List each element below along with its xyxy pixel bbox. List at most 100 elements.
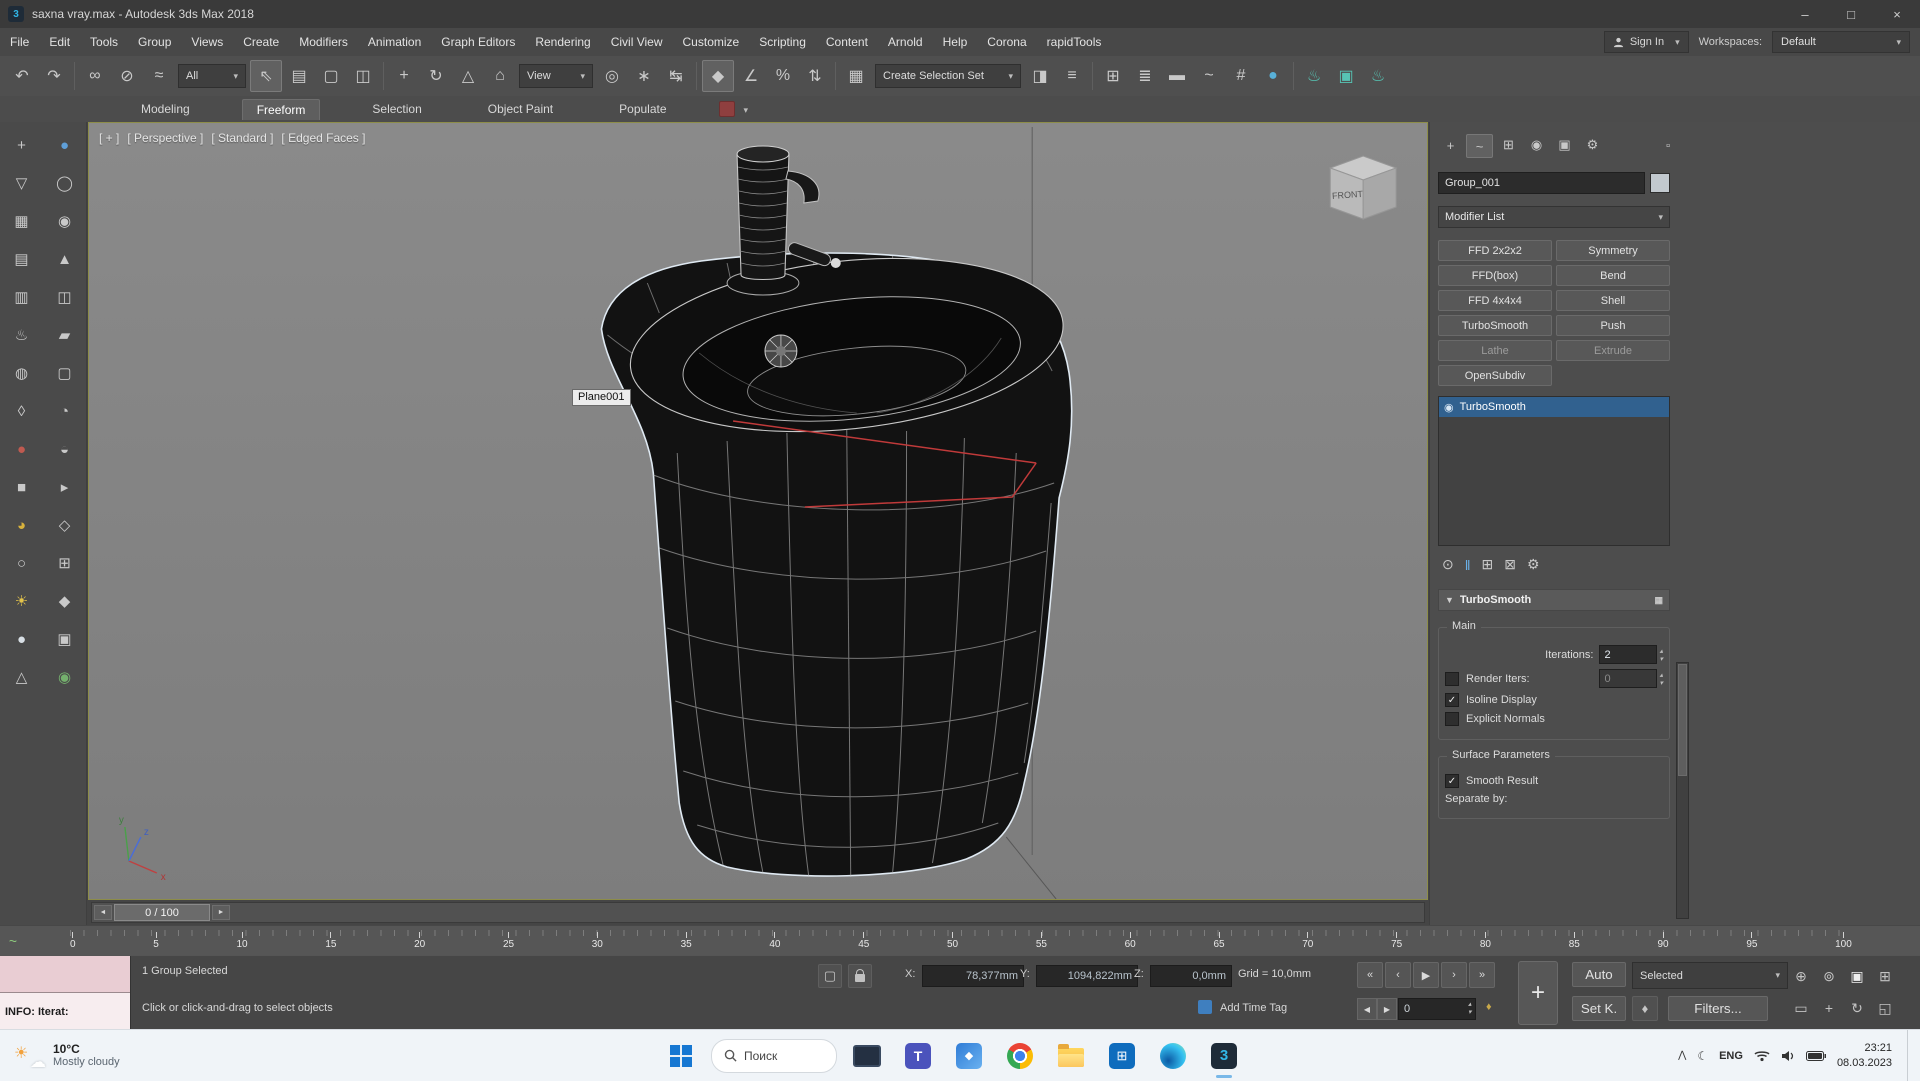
- playback-button[interactable]: «: [1357, 962, 1383, 988]
- ribbon-overflow-caret[interactable]: [739, 102, 749, 116]
- maxscript-mini-listener[interactable]: INFO: Iterat:: [0, 956, 131, 1030]
- taskbar-clock[interactable]: 23:21 08.03.2023: [1837, 1041, 1892, 1070]
- left-tool-icon[interactable]: ☀: [0, 586, 43, 616]
- object-name-field[interactable]: Group_001: [1438, 172, 1645, 194]
- viewport-nav-icon[interactable]: ▣: [1844, 961, 1870, 991]
- trackbar-tick[interactable]: 90: [1658, 932, 1669, 950]
- keyboard-shortcut-override-icon[interactable]: ↹: [661, 61, 691, 91]
- frame-spinner[interactable]: [1468, 1000, 1472, 1016]
- next-frame-icon[interactable]: ▶: [1377, 998, 1397, 1020]
- app-icon-3dsmax[interactable]: [1203, 1034, 1245, 1078]
- trackbar-tick[interactable]: 60: [1125, 932, 1136, 950]
- time-slider-handle[interactable]: 0 / 100: [114, 904, 210, 921]
- tray-chevron-icon[interactable]: ⋀: [1678, 1050, 1686, 1061]
- left-tool-icon[interactable]: ◆: [43, 586, 86, 616]
- select-and-place-icon[interactable]: ⌂: [485, 61, 515, 91]
- left-tool-icon[interactable]: ▽: [0, 168, 43, 198]
- playback-button[interactable]: ▶: [1413, 962, 1439, 988]
- command-panel-tab-icon[interactable]: ▣: [1552, 134, 1577, 156]
- menu-item[interactable]: Views: [181, 28, 233, 56]
- viewport-nav-icon[interactable]: ▭: [1788, 993, 1814, 1023]
- app-icon-file-explorer[interactable]: [1050, 1034, 1092, 1078]
- trackbar-tick[interactable]: 30: [592, 932, 603, 950]
- command-panel-tab-icon[interactable]: ⊞: [1496, 134, 1521, 156]
- trackbar-tick[interactable]: 40: [769, 932, 780, 950]
- time-slider-prev-icon[interactable]: ◄: [94, 905, 112, 920]
- viewport-nav-icon[interactable]: ◱: [1872, 993, 1898, 1023]
- rendered-frame-window-icon[interactable]: ▣: [1331, 61, 1361, 91]
- left-tool-icon[interactable]: ◕: [0, 510, 43, 540]
- menu-item[interactable]: Group: [128, 28, 181, 56]
- time-slider-track[interactable]: ◄ 0 / 100 ►: [91, 902, 1425, 923]
- snaps-toggle-icon[interactable]: ◆: [702, 60, 734, 92]
- panel-scrollbar[interactable]: [1676, 662, 1689, 919]
- iterations-field[interactable]: 2: [1599, 645, 1657, 664]
- minimize-button[interactable]: –: [1782, 0, 1828, 28]
- maximize-button[interactable]: □: [1828, 0, 1874, 28]
- menu-item[interactable]: Create: [233, 28, 289, 56]
- left-tool-icon[interactable]: ♨: [0, 320, 43, 350]
- left-tool-icon[interactable]: ◇: [43, 510, 86, 540]
- battery-icon[interactable]: [1806, 1051, 1826, 1061]
- viewport-menu-shading[interactable]: [ Edged Faces ]: [281, 131, 365, 145]
- menu-item[interactable]: Rendering: [525, 28, 600, 56]
- trackbar-tick[interactable]: 25: [503, 932, 514, 950]
- layer-explorer-icon[interactable]: ≣: [1130, 61, 1160, 91]
- trackbar-tick[interactable]: 45: [858, 932, 869, 950]
- left-tool-icon[interactable]: ◔: [43, 396, 86, 426]
- listener-line[interactable]: INFO: Iterat:: [0, 993, 130, 1030]
- set-keys-button[interactable]: +: [1518, 961, 1558, 1025]
- select-object-icon[interactable]: ⇖: [250, 60, 282, 92]
- show-end-result-icon[interactable]: ‖: [1465, 557, 1471, 573]
- start-button[interactable]: [660, 1034, 702, 1078]
- named-selection-sets-dropdown[interactable]: Create Selection Set: [875, 64, 1021, 88]
- use-pivot-center-icon[interactable]: ◎: [597, 61, 627, 91]
- smooth-result-checkbox[interactable]: [1445, 774, 1459, 788]
- spinner-snap-icon[interactable]: ⇅: [800, 61, 830, 91]
- viewport-canvas[interactable]: FRONT y x z: [89, 123, 1427, 899]
- time-tag-icon[interactable]: [1198, 1000, 1212, 1014]
- modifier-stack-row[interactable]: ◉ TurboSmooth: [1439, 397, 1669, 417]
- panel-scrollbar-thumb[interactable]: [1678, 664, 1687, 776]
- viewport-nav-icon[interactable]: ⊚: [1816, 961, 1842, 991]
- viewport-nav-icon[interactable]: ⊕: [1788, 961, 1814, 991]
- menu-item[interactable]: Civil View: [601, 28, 673, 56]
- auto-key-button[interactable]: Auto: [1572, 962, 1626, 987]
- ribbon-overflow[interactable]: [719, 101, 749, 117]
- left-tool-icon[interactable]: ●: [0, 624, 43, 654]
- trackbar-tick[interactable]: 100: [1835, 932, 1852, 950]
- command-panel-tab-icon[interactable]: ~: [1466, 134, 1493, 158]
- left-tool-icon[interactable]: ●: [43, 130, 86, 160]
- bind-to-spacewarp-icon[interactable]: ≈: [144, 61, 174, 91]
- viewport-menu-pov[interactable]: [ Perspective ]: [127, 131, 203, 145]
- set-key-button[interactable]: Set K.: [1572, 996, 1626, 1021]
- turbosmooth-rollout-header[interactable]: ▼ TurboSmooth ▦: [1438, 589, 1670, 611]
- material-editor-icon[interactable]: ●: [1258, 61, 1288, 91]
- add-time-tag[interactable]: Add Time Tag: [1220, 1002, 1287, 1014]
- menu-item[interactable]: File: [0, 28, 39, 56]
- render-iters-spinner[interactable]: [1659, 671, 1663, 687]
- menu-item[interactable]: Content: [816, 28, 878, 56]
- trackbar-tick[interactable]: 10: [237, 932, 248, 950]
- render-iters-checkbox[interactable]: [1445, 672, 1459, 686]
- weather-widget[interactable]: ☀ ☁ 10°C Mostly cloudy: [0, 1030, 134, 1081]
- left-tool-icon[interactable]: ▢: [43, 358, 86, 388]
- ribbon-overflow-icon[interactable]: [719, 101, 735, 117]
- left-tool-icon[interactable]: ◒: [43, 434, 86, 464]
- modifier-button[interactable]: OpenSubdiv: [1438, 365, 1552, 386]
- modifier-button[interactable]: FFD 4x4x4: [1438, 290, 1552, 311]
- select-and-move-icon[interactable]: +: [389, 61, 419, 91]
- make-unique-icon[interactable]: ⊞: [1482, 556, 1494, 573]
- trackbar-tick[interactable]: 50: [947, 932, 958, 950]
- menu-item[interactable]: Tools: [80, 28, 128, 56]
- render-setup-icon[interactable]: ♨: [1299, 61, 1329, 91]
- reference-coordinate-dropdown[interactable]: View: [519, 64, 593, 88]
- rollout-menu-icon[interactable]: ▦: [1654, 595, 1663, 606]
- previous-frame-icon[interactable]: ◀: [1357, 998, 1377, 1020]
- edit-named-sets-icon[interactable]: ▦: [841, 61, 871, 91]
- trackbar-tick[interactable]: 65: [1213, 932, 1224, 950]
- trackbar-tick[interactable]: 55: [1036, 932, 1047, 950]
- ribbon-tab[interactable]: Populate: [605, 99, 680, 120]
- z-coordinate-field[interactable]: 0,0mm: [1150, 965, 1232, 987]
- modifier-button[interactable]: Shell: [1556, 290, 1670, 311]
